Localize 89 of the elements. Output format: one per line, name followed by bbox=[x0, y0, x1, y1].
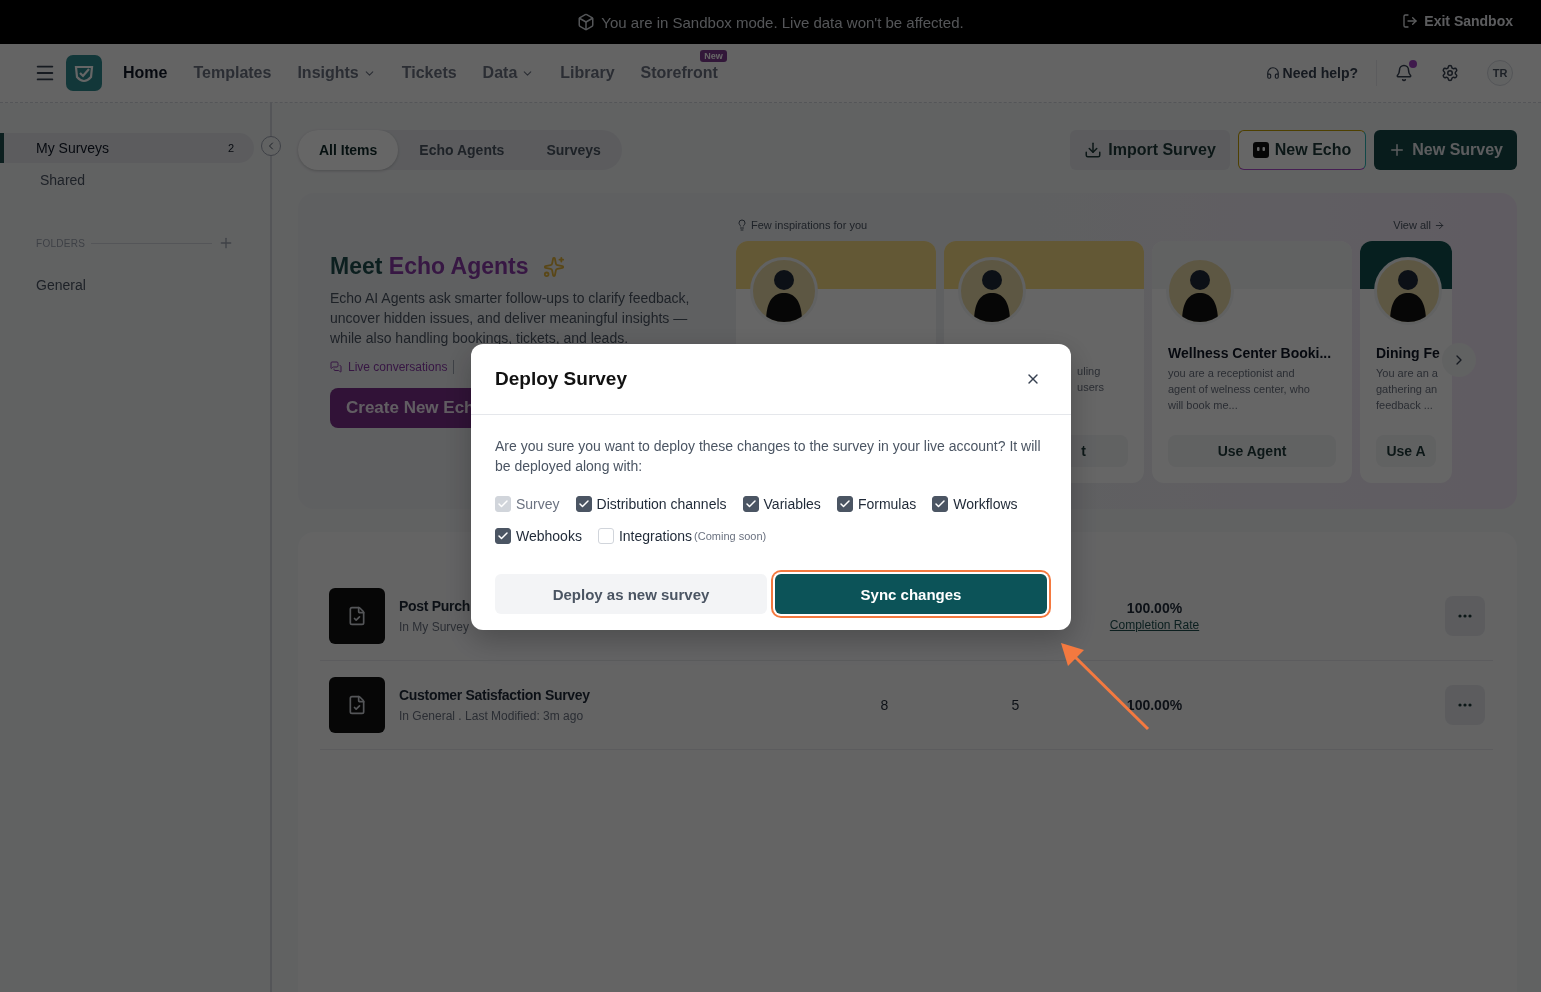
headset-icon bbox=[1265, 66, 1280, 80]
check-icon bbox=[744, 498, 757, 510]
nav-link[interactable]: Insights bbox=[297, 64, 376, 82]
settings-button[interactable] bbox=[1441, 64, 1459, 82]
tab[interactable]: Surveys bbox=[525, 130, 622, 170]
dialog-title: Deploy Survey bbox=[495, 368, 627, 390]
user-avatar[interactable]: TR bbox=[1487, 60, 1513, 86]
sidebar-item[interactable]: My Surveys 2 bbox=[0, 133, 254, 163]
sidebar-item-label: My Surveys bbox=[36, 140, 110, 156]
item-count: 2 bbox=[227, 142, 234, 154]
completion-rate: 100.00% bbox=[1126, 697, 1183, 713]
folder-item[interactable]: General bbox=[0, 277, 270, 293]
survey-meta: In My Survey bbox=[399, 620, 471, 634]
more-options-button[interactable] bbox=[1445, 596, 1485, 636]
checkbox-label: Webhooks bbox=[516, 528, 582, 544]
nav-link[interactable]: Home bbox=[123, 64, 168, 82]
tab[interactable]: Echo Agents bbox=[398, 130, 526, 170]
new-badge: New bbox=[700, 50, 727, 62]
settings-icon bbox=[1441, 64, 1459, 82]
card-description-line: feedback ... bbox=[1376, 398, 1434, 413]
stat-value: 8 bbox=[879, 697, 890, 713]
checkbox[interactable] bbox=[742, 496, 759, 512]
survey-title[interactable]: Customer Satisfaction Survey bbox=[399, 687, 819, 703]
collapse-sidebar-button[interactable] bbox=[261, 136, 281, 156]
robot-face-icon bbox=[1252, 142, 1269, 158]
exit-sandbox-link[interactable]: Exit Sandbox bbox=[1402, 13, 1513, 29]
more-icon bbox=[1458, 614, 1472, 618]
file-check-icon bbox=[347, 606, 367, 626]
nav-link[interactable]: Templates bbox=[193, 64, 272, 82]
card-description-line: You are an a bbox=[1376, 366, 1436, 381]
checkbox[interactable] bbox=[836, 496, 853, 512]
more-options-button[interactable] bbox=[1445, 685, 1485, 725]
new-echo-button[interactable]: New Echo bbox=[1237, 130, 1367, 170]
checkbox-label: Survey bbox=[516, 496, 560, 512]
help-link[interactable]: Need help? bbox=[1265, 65, 1358, 81]
checkbox-label: Formulas bbox=[857, 496, 917, 512]
nav-link[interactable]: Tickets bbox=[401, 64, 457, 82]
check-icon bbox=[497, 530, 509, 542]
sidebar-item-label: Shared bbox=[40, 172, 86, 188]
file-check-icon bbox=[347, 695, 367, 715]
more-icon bbox=[1458, 703, 1472, 707]
bell-icon bbox=[1395, 64, 1413, 82]
deploy-new-button[interactable]: Deploy as new survey bbox=[495, 574, 767, 614]
arrow-right-icon bbox=[1434, 219, 1445, 231]
coming-soon-note: (Coming soon) bbox=[694, 530, 767, 542]
card-description-line: you are a receptionist and bbox=[1168, 366, 1296, 381]
import-button[interactable]: Import Survey bbox=[1070, 130, 1230, 170]
logo-icon bbox=[66, 55, 102, 91]
use-agent-button[interactable]: Use Agent bbox=[1168, 435, 1336, 467]
new-survey-button[interactable]: New Survey bbox=[1374, 130, 1517, 170]
next-button[interactable] bbox=[1442, 343, 1476, 377]
download-icon bbox=[1084, 141, 1103, 159]
check-icon bbox=[577, 498, 590, 510]
use-agent-button[interactable]: Use A bbox=[1376, 435, 1436, 467]
panel-title: Meet Echo Agents bbox=[330, 253, 529, 280]
box-icon bbox=[577, 13, 596, 31]
panel-description: Echo AI Agents ask smarter follow-ups to clarify feedback, uncover hidden issues, and deliver meaningful insights — while also handling bookings, tickets, and leads. bbox=[330, 289, 691, 348]
plus-icon bbox=[218, 235, 234, 251]
chat-bubbles-icon bbox=[330, 361, 342, 373]
sidebar-item[interactable]: Shared bbox=[0, 165, 254, 195]
stat-value: 5 bbox=[1010, 697, 1021, 713]
exit-icon bbox=[1402, 13, 1419, 29]
dialog-message: Are you sure you want to deploy these changes to the survey in your live account? It will be deployed along with: bbox=[495, 437, 1042, 476]
checkbox-label: Variables bbox=[763, 496, 821, 512]
live-conversations-link[interactable]: Live conversations bbox=[348, 360, 448, 374]
tab[interactable]: All Items bbox=[298, 130, 399, 170]
checkbox[interactable] bbox=[575, 496, 592, 512]
card-description-line: agent of welness center, who bbox=[1168, 382, 1311, 397]
card-description-line: gathering an bbox=[1376, 382, 1436, 397]
completion-rate-link[interactable]: Completion Rate bbox=[1109, 618, 1200, 632]
notification-dot bbox=[1409, 60, 1417, 68]
sandbox-message: You are in Sandbox mode. Live data won't be affected. bbox=[601, 13, 964, 31]
completion-rate: 100.00% bbox=[1126, 600, 1183, 616]
survey-meta: In General . Last Modified: 3m ago bbox=[399, 709, 585, 723]
sparkles-icon bbox=[542, 255, 565, 278]
nav-link[interactable]: Data bbox=[482, 64, 535, 82]
checkbox[interactable] bbox=[495, 528, 511, 544]
card-title: Wellness Center Booki... bbox=[1168, 345, 1333, 361]
check-icon bbox=[497, 498, 509, 510]
lightbulb-icon bbox=[736, 219, 748, 231]
checkbox[interactable] bbox=[932, 496, 949, 512]
inspirations-heading: Few inspirations for you bbox=[736, 219, 868, 231]
view-all-link[interactable]: View all bbox=[1393, 219, 1445, 231]
checkbox-label: Workflows bbox=[953, 496, 1018, 512]
check-icon bbox=[838, 498, 851, 510]
checkbox-label: Integrations bbox=[618, 528, 693, 544]
check-icon bbox=[934, 498, 947, 510]
nav-link[interactable]: Library bbox=[560, 64, 615, 82]
checkbox-label: Distribution channels bbox=[596, 496, 727, 512]
